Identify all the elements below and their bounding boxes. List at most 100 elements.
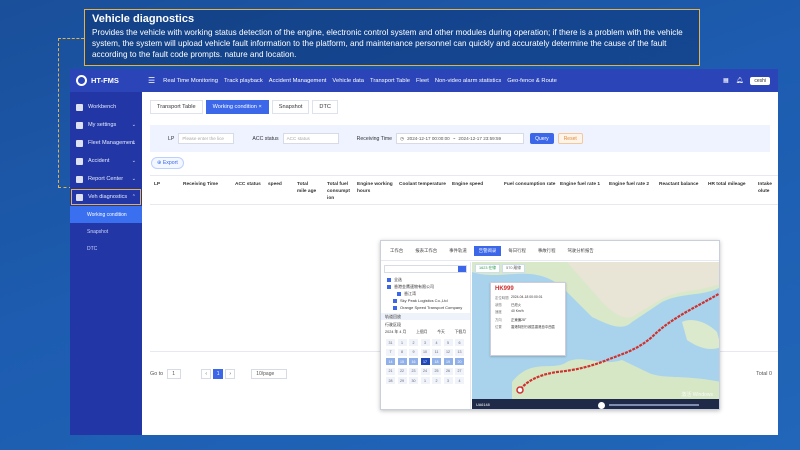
topnav-item[interactable]: Accident Management <box>269 78 327 84</box>
calendar-day[interactable]: 19 <box>443 358 453 365</box>
sidebar-item-fleet-management[interactable]: Fleet Management ⌄ <box>70 134 142 152</box>
tab-working-condition[interactable]: Working condition × <box>205 100 269 114</box>
calendar-day[interactable]: 18 <box>432 358 441 365</box>
map-tab[interactable]: 事故行程 <box>533 246 561 256</box>
col-header[interactable]: HR total mileage <box>708 181 746 188</box>
checkbox-icon[interactable] <box>387 284 391 289</box>
calendar-next[interactable]: 下個月 <box>455 330 466 335</box>
calendar-day[interactable]: 29 <box>397 377 407 384</box>
calendar-day[interactable]: 11 <box>432 348 441 356</box>
query-button[interactable]: Query <box>530 133 554 144</box>
vehicle-search-input[interactable] <box>384 265 467 273</box>
calendar-day[interactable]: 2 <box>409 339 418 346</box>
tab-snapshot[interactable]: Snapshot <box>271 100 310 114</box>
col-header[interactable]: Total mile age <box>297 181 319 195</box>
calendar-day[interactable]: 22 <box>397 367 407 375</box>
map-tab[interactable]: 每日行程 <box>503 246 531 256</box>
col-header[interactable]: Engine working hours <box>357 181 393 195</box>
calendar-day[interactable]: 24 <box>420 367 430 375</box>
calendar-day[interactable]: 6 <box>455 339 464 346</box>
calendar-day[interactable]: 14 <box>386 358 395 365</box>
sidebar-subitem-snapshot[interactable]: Snapshot <box>70 223 142 240</box>
map-tab[interactable]: 驾驶分析报告 <box>562 246 598 256</box>
calendar-day[interactable]: 3 <box>420 339 430 346</box>
next-page-button[interactable]: › <box>225 369 236 379</box>
col-header[interactable]: ACC status <box>235 181 261 188</box>
calendar-day[interactable]: 7 <box>386 348 395 356</box>
topnav-item[interactable]: Track playback <box>224 78 263 84</box>
col-header[interactable]: Engine fuel rate 2 <box>609 181 649 188</box>
topnav-item[interactable]: Fleet <box>416 78 429 84</box>
calendar-day[interactable]: 8 <box>397 348 407 356</box>
col-header[interactable]: speed <box>268 181 282 188</box>
calendar-day[interactable]: 26 <box>443 367 453 375</box>
sidebar-subitem-dtc[interactable]: DTC <box>70 240 142 257</box>
calendar-day[interactable]: 13 <box>455 348 464 356</box>
lp-input[interactable]: Please enter the lice <box>178 133 235 144</box>
sidebar-item-veh-diagnostics[interactable]: Veh diagnostics ⌃ <box>70 188 142 206</box>
calendar-day[interactable]: 31 <box>386 339 395 346</box>
track-playback-section[interactable]: 轨道回放 <box>381 313 470 320</box>
close-icon[interactable]: × <box>258 104 261 110</box>
play-icon[interactable] <box>597 401 605 409</box>
calendar-day[interactable]: 4 <box>432 339 441 346</box>
map-tab[interactable]: 事件轨道 <box>444 246 472 256</box>
bell-icon[interactable]: 🔔︎ <box>736 77 744 84</box>
tree-item[interactable]: 香港金鹰速物有限公司 <box>381 283 470 290</box>
calendar-day[interactable]: 4 <box>455 377 464 384</box>
vehicle-marker-icon[interactable] <box>516 386 524 394</box>
calendar-day[interactable]: 16 <box>409 358 418 365</box>
tree-item[interactable]: 香江湾 <box>381 290 470 297</box>
prev-page-button[interactable]: ‹ <box>201 369 212 379</box>
sidebar-item-accident[interactable]: Accident ⌄ <box>70 152 142 170</box>
col-header[interactable]: Intake olute <box>758 181 778 195</box>
topnav-item[interactable]: Transport Table <box>370 78 410 84</box>
col-header[interactable]: Total fuel consumpt ion <box>327 181 351 202</box>
map-tab[interactable]: 工作台 <box>385 246 408 256</box>
col-header[interactable]: Receiving Time <box>183 181 218 188</box>
page-size-select[interactable]: 10/page <box>251 369 288 379</box>
tab-dtc[interactable]: DTC <box>312 100 338 114</box>
sidebar-subitem-working-condition[interactable]: Working condition <box>70 206 142 223</box>
calendar-day[interactable]: 2 <box>432 377 441 384</box>
playback-progress[interactable] <box>608 404 699 406</box>
calendar-prev[interactable]: 上個月 <box>416 330 427 335</box>
topnav-item[interactable]: Geo-fence & Route <box>507 78 557 84</box>
checkbox-icon[interactable] <box>387 277 391 282</box>
page-1-button[interactable]: 1 <box>213 369 224 379</box>
calendar-day[interactable]: 21 <box>386 367 395 375</box>
col-header[interactable]: Engine fuel rate 1 <box>560 181 600 188</box>
calendar-day[interactable]: 20 <box>455 358 464 365</box>
col-header[interactable]: Coolant temperature <box>399 181 446 188</box>
menu-toggle-icon[interactable]: ☰ <box>148 76 155 85</box>
checkbox-icon[interactable] <box>397 291 401 296</box>
sidebar-item-my-settings[interactable]: My settings ⌄ <box>70 116 142 134</box>
calendar-day[interactable]: 1 <box>397 339 407 346</box>
calendar-day[interactable]: 10 <box>420 348 430 356</box>
grid-icon[interactable]: ▦ <box>723 77 729 84</box>
checkbox-icon[interactable] <box>393 305 397 310</box>
calendar-day[interactable]: 15 <box>397 358 407 365</box>
map-tab[interactable]: 报表工作台 <box>410 246 442 256</box>
map-canvas[interactable]: 1623 在線 570 離線 HK999 定位時間 2024-04-18 00:0… <box>472 262 719 409</box>
driving-segment-section[interactable]: 行驶区段 <box>381 321 470 328</box>
calendar-today[interactable]: 今天 <box>437 330 445 335</box>
topnav-item[interactable]: Real Time Monitoring <box>163 78 218 84</box>
tree-item[interactable]: 全选 <box>381 276 470 283</box>
topnav-item[interactable]: Vehicle data <box>332 78 364 84</box>
calendar-day[interactable]: 23 <box>409 367 418 375</box>
logo[interactable]: HT-FMS <box>70 75 146 86</box>
acc-status-select[interactable]: ACC status <box>282 133 339 144</box>
col-header[interactable]: Fuel consumption rate <box>504 181 555 188</box>
calendar-day[interactable]: 3 <box>443 377 453 384</box>
tab-transport-table[interactable]: Transport Table <box>150 100 203 114</box>
receiving-time-range[interactable]: ◷ 2024-12-17 00:00:00 ~ 2024-12-17 23:59… <box>396 133 525 144</box>
goto-input[interactable]: 1 <box>167 369 182 379</box>
col-header[interactable]: Reactant balance <box>659 181 698 188</box>
calendar-day[interactable]: 17 <box>420 358 430 365</box>
export-button[interactable]: ⊕ Export <box>151 157 184 169</box>
col-header[interactable]: LP <box>154 181 160 188</box>
sidebar-item-report-center[interactable]: Report Center ⌄ <box>70 170 142 188</box>
topnav-item[interactable]: Non-video alarm statistics <box>435 78 501 84</box>
calendar-day[interactable]: 28 <box>386 377 395 384</box>
